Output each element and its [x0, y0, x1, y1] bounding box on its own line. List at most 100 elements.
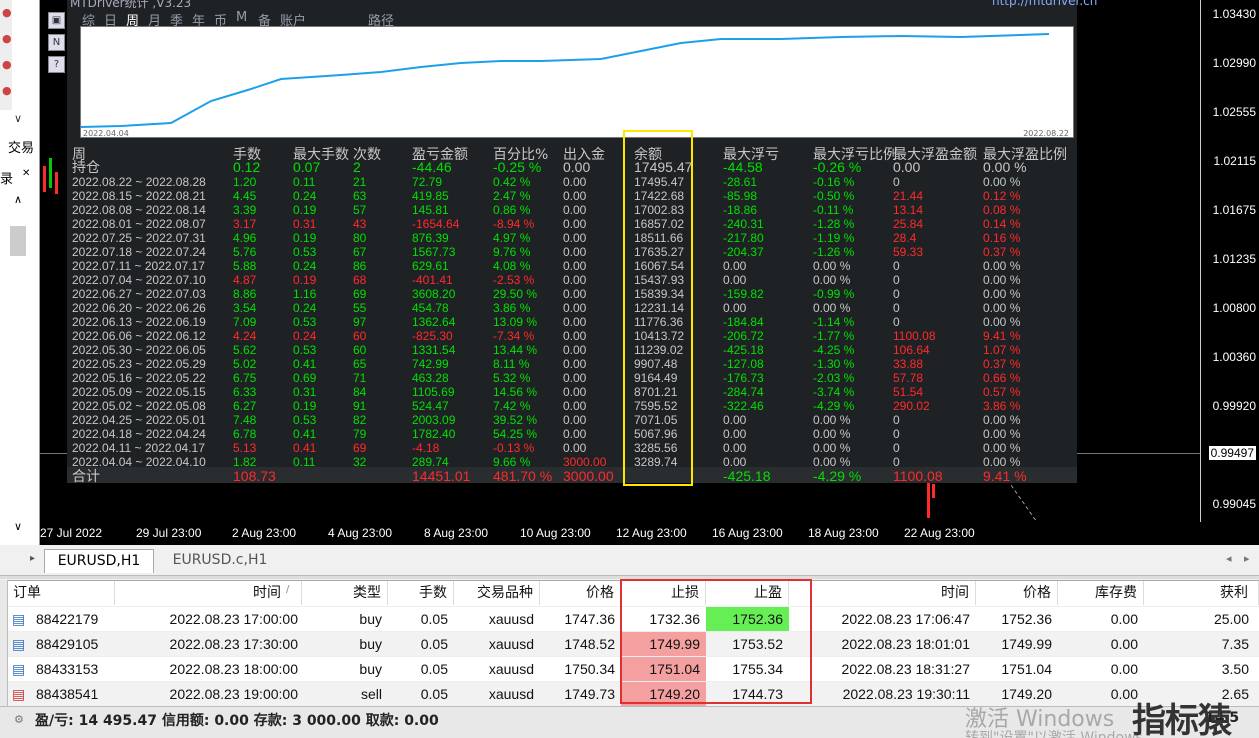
cell-max-fp-pct: 0.00 %	[983, 413, 1021, 427]
cell-max-dd: 0.00	[723, 413, 747, 427]
stats-row: 2022.07.11 ~ 2022.07.17 5.88 0.24 86 629.61 4…	[67, 259, 1077, 273]
cell-pnl: 2003.09	[412, 413, 456, 427]
cell-max-lot: 0.53	[293, 315, 317, 329]
cell-close-price: 1752.36	[1001, 611, 1052, 627]
cell-week: 2022.05.23 ~ 2022.05.29	[72, 357, 206, 371]
tab-scroll-icon[interactable]: ▸	[30, 553, 35, 564]
tab-left-arrow-icon[interactable]: ◂	[1226, 552, 1232, 565]
cell-max-fp-pct: 0.16 %	[983, 231, 1021, 245]
navigator-strip: ● ● ● ● ∨ 交易 录 ✕ ∧ ∨ 常用	[0, 0, 40, 563]
cell-max-dd-pct: -1.19 %	[813, 231, 855, 245]
close-icon[interactable]: ✕	[22, 168, 30, 179]
col-swap[interactable]: 库存费	[1058, 581, 1144, 605]
time-tick: 22 Aug 23:00	[904, 526, 975, 540]
cell-symbol: xauusd	[488, 686, 534, 702]
cell-max-fp-pct: 3.86 %	[983, 399, 1021, 413]
col-profit[interactable]: 获利	[1144, 581, 1259, 605]
col-symbol[interactable]: 交易品种	[454, 581, 540, 605]
scroll-down-icon[interactable]: ∨	[14, 112, 22, 125]
cell-deposit: 0.00	[563, 245, 587, 259]
status-icon: ⚙	[14, 713, 24, 726]
cell-max-fp-pct: 0.00 %	[983, 301, 1021, 315]
curve-end-date: 2022.08.22	[1023, 129, 1069, 138]
stats-row: 2022.06.27 ~ 2022.07.03 8.86 1.16 69 3608.20…	[67, 287, 1077, 301]
cell-lots: 5.62	[233, 343, 257, 357]
strip-icon-1[interactable]: ●	[2, 6, 12, 19]
cell-max-dd-pct: 0.00 %	[813, 259, 851, 273]
cell-max-fp-pct: 0.00 %	[983, 175, 1021, 189]
col-type[interactable]: 类型	[302, 581, 388, 605]
price-tick: 1.02115	[1213, 154, 1257, 168]
scrollbar-thumb[interactable]	[10, 226, 26, 256]
cell-lots: 8.86	[233, 287, 257, 301]
price-tick: 1.01675	[1212, 203, 1256, 217]
scroll-down-icon-2[interactable]: ∨	[14, 520, 22, 533]
holding-max-lot: 0.07	[293, 159, 321, 175]
cell-open-price: 1747.36	[564, 611, 615, 627]
cell-max-lot: 0.19	[293, 273, 317, 287]
cell-max-dd-pct: -4.25 %	[813, 343, 855, 357]
cell-max-fp-pct: 0.00 %	[983, 441, 1021, 455]
tab-eurusd-h1[interactable]: EURUSD,H1	[44, 549, 154, 573]
cell-pnl: 1331.54	[412, 343, 456, 357]
curve-start-date: 2022.04.04	[83, 129, 129, 138]
price-tick: 0.99920	[1212, 399, 1256, 413]
stats-row: 2022.06.20 ~ 2022.06.26 3.54 0.24 55 454.78 3…	[67, 301, 1077, 315]
strip-icon-3[interactable]: ●	[2, 58, 12, 71]
panel-button-1[interactable]: ▣	[48, 12, 65, 29]
cell-lots: 4.24	[233, 329, 257, 343]
sell-order-icon: ▤	[12, 686, 26, 702]
equity-curve-chart: 2022.04.04 2022.08.22	[80, 26, 1074, 138]
cell-max-lot: 0.24	[293, 301, 317, 315]
trend-line	[967, 480, 1037, 520]
cell-max-lot: 0.69	[293, 371, 317, 385]
holding-mddp: -0.26 %	[813, 159, 862, 175]
side-label-record[interactable]: 录	[0, 168, 13, 187]
cell-symbol: xauusd	[488, 611, 534, 627]
cell-deposit: 0.00	[563, 273, 587, 287]
holding-lots: 0.12	[233, 159, 261, 175]
cell-count: 91	[353, 399, 367, 413]
col-close-time[interactable]: 时间	[789, 581, 976, 605]
side-label-trade[interactable]: 交易	[8, 137, 34, 156]
cell-max-dd: -204.37	[723, 245, 764, 259]
equity-curve-svg	[80, 33, 1050, 128]
panel-button-3[interactable]: ?	[48, 56, 65, 73]
tab-eurusd-c-h1[interactable]: EURUSD.c,H1	[160, 549, 280, 573]
col-lots[interactable]: 手数	[388, 581, 454, 605]
cell-deposit: 0.00	[563, 217, 587, 231]
col-open-time[interactable]: 时间	[115, 581, 302, 605]
cell-week: 2022.06.06 ~ 2022.06.12	[72, 329, 206, 343]
tab-right-arrow-icon[interactable]: ▸	[1244, 552, 1250, 565]
cell-max-dd: -85.98	[723, 189, 758, 203]
cell-count: 68	[353, 273, 367, 287]
col-order[interactable]: 订单	[8, 581, 115, 605]
cell-count: 84	[353, 385, 367, 399]
stats-row: 2022.07.25 ~ 2022.07.31 4.96 0.19 80 876.39 4…	[67, 231, 1077, 245]
total-mfp: 1100.08	[893, 468, 943, 484]
cell-max-fp: 106.64	[893, 343, 930, 357]
col-close-price[interactable]: 价格	[976, 581, 1058, 605]
total-pnl: 14451.01	[412, 468, 471, 484]
cell-deposit: 0.00	[563, 287, 587, 301]
cell-count: 60	[353, 329, 367, 343]
strip-icon-4[interactable]: ●	[2, 84, 12, 97]
site-link[interactable]: http://mtdriver.cn	[992, 0, 1097, 8]
cell-pnl: 876.39	[412, 231, 449, 245]
cell-pnl: 454.78	[412, 301, 449, 315]
cell-max-lot: 0.19	[293, 203, 317, 217]
panel-button-2[interactable]: N	[48, 34, 65, 51]
cell-max-lot: 0.53	[293, 413, 317, 427]
cell-pnl: 1105.69	[412, 385, 455, 399]
tab-magic[interactable]: M	[236, 10, 247, 25]
scroll-up-icon[interactable]: ∧	[14, 193, 22, 206]
cell-max-fp-pct: 0.37 %	[983, 357, 1021, 371]
cell-swap: 0.00	[1110, 661, 1138, 677]
cell-pnl: 463.28	[412, 371, 449, 385]
cell-deposit: 0.00	[563, 413, 587, 427]
cell-lots: 5.13	[233, 441, 257, 455]
col-open-price[interactable]: 价格	[540, 581, 621, 605]
total-pct: 481.70 %	[493, 468, 553, 484]
strip-icon-2[interactable]: ●	[2, 32, 12, 45]
cell-pnl: 524.47	[412, 399, 449, 413]
